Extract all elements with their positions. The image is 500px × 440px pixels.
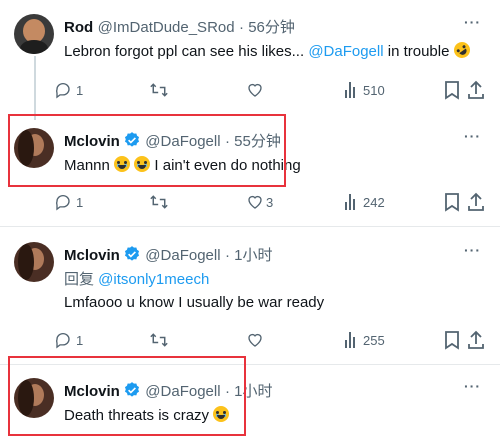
reply-to-link[interactable]: @itsonly1meech [98, 271, 209, 288]
author-name[interactable]: Rod [64, 19, 93, 36]
views-count: 510 [363, 83, 385, 98]
retweet-icon[interactable] [149, 331, 169, 349]
avatar[interactable] [14, 242, 54, 282]
mention-link[interactable]: @DaFogell [308, 43, 383, 60]
views-icon[interactable] [345, 194, 359, 210]
share-icon[interactable] [467, 330, 485, 350]
thread-line [34, 56, 36, 120]
like-icon[interactable] [246, 193, 264, 211]
rolling-on-floor-laughing-emoji [450, 38, 473, 62]
reply-count: 1 [76, 333, 84, 348]
reply-count: 1 [76, 195, 84, 210]
share-icon[interactable] [467, 80, 485, 100]
reply-icon[interactable] [54, 331, 72, 349]
views-count: 255 [363, 333, 385, 348]
bookmark-icon[interactable] [444, 192, 460, 212]
author-handle[interactable]: @DaFogell [145, 247, 220, 264]
timestamp[interactable]: · 56分钟 [239, 19, 295, 36]
verified-icon [124, 246, 139, 261]
retweet-icon[interactable] [149, 193, 169, 211]
divider [0, 226, 500, 227]
more-icon[interactable]: ··· [464, 14, 481, 30]
reply-icon[interactable] [54, 81, 72, 99]
like-count: 3 [266, 195, 274, 210]
retweet-icon[interactable] [149, 81, 169, 99]
views-icon[interactable] [345, 332, 359, 348]
timestamp[interactable]: · 1小时 [225, 247, 273, 264]
author-handle[interactable]: @ImDatDude_SRod [98, 19, 235, 36]
avatar[interactable] [14, 14, 54, 54]
bookmark-icon[interactable] [444, 330, 460, 350]
reply-context: 回复 @itsonly1meech [64, 271, 210, 288]
more-icon[interactable]: ··· [464, 378, 481, 394]
reply-icon[interactable] [54, 193, 72, 211]
author-name[interactable]: Mclovin [64, 247, 120, 264]
highlight-box [8, 356, 246, 436]
views-count: 242 [363, 195, 385, 210]
views-icon[interactable] [345, 82, 359, 98]
more-icon[interactable]: ··· [464, 242, 481, 258]
tweet-text: Lebron forgot ppl can see his likes... @… [64, 38, 473, 62]
share-icon[interactable] [467, 192, 485, 212]
more-icon[interactable]: ··· [464, 128, 481, 144]
highlight-box [8, 114, 286, 187]
bookmark-icon[interactable] [444, 80, 460, 100]
reply-count: 1 [76, 83, 84, 98]
tweet-text: Lmfaooo u know I usually be war ready [64, 294, 325, 311]
like-icon[interactable] [246, 81, 264, 99]
like-icon[interactable] [246, 331, 264, 349]
